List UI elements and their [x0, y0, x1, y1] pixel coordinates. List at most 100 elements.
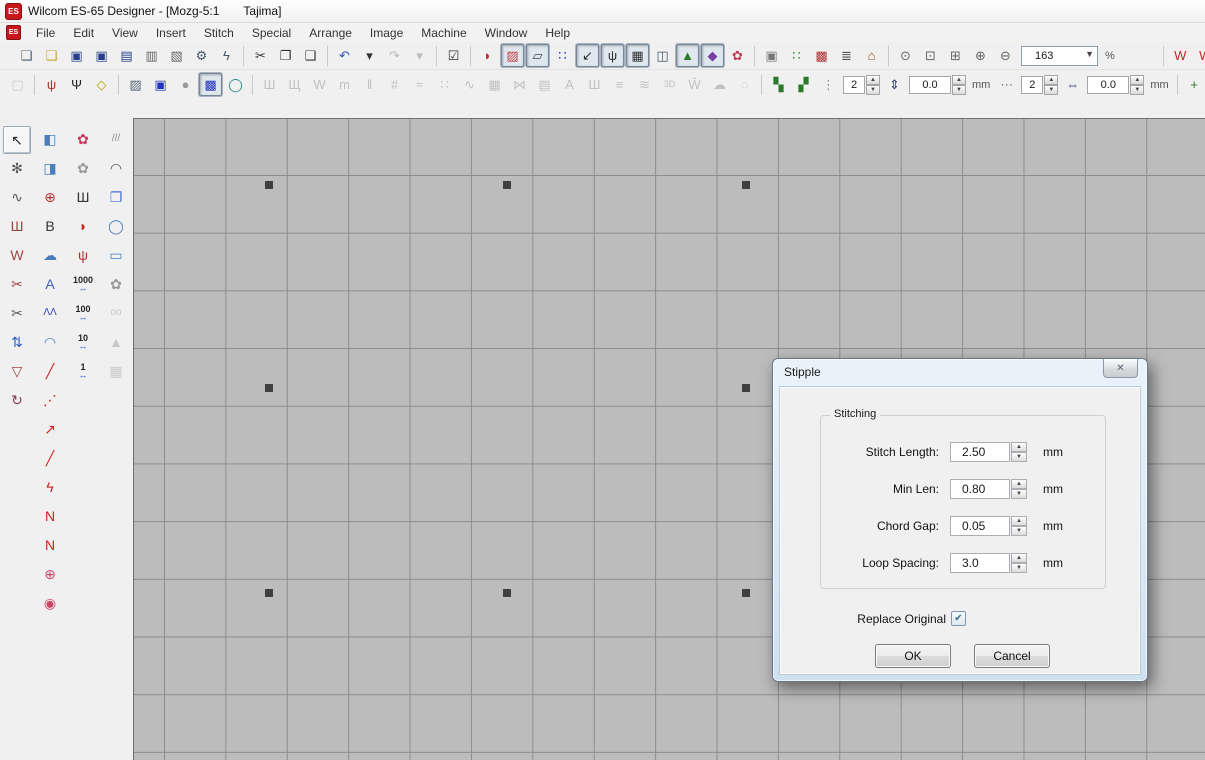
spin-up[interactable]: ▲ [1011, 442, 1027, 452]
filled-path-tool[interactable]: N [37, 532, 63, 558]
needle-points-icon[interactable]: ∷ [551, 44, 574, 67]
spin-up[interactable]: ▲ [1011, 516, 1027, 526]
field-input[interactable]: 0.05 [950, 516, 1010, 536]
menu-image[interactable]: Image [361, 24, 412, 42]
sewing-machine-icon[interactable]: ⚙ [190, 44, 213, 67]
arc-tool[interactable]: ◠ [103, 155, 129, 181]
spin-down[interactable]: ▼ [1011, 526, 1027, 536]
select-tool[interactable]: ↖ [3, 126, 31, 154]
design-properties-icon[interactable]: ⌂ [860, 44, 883, 67]
zoom-in-icon[interactable]: ⊕ [969, 44, 992, 67]
cap-frame-tool[interactable]: ◠ [37, 329, 63, 355]
mirror-flower-tool[interactable]: ✿ [70, 126, 96, 152]
field-input[interactable]: 2.50 [950, 442, 1010, 462]
browse-tool[interactable]: oo [103, 300, 129, 326]
copy-icon[interactable]: ❐ [274, 44, 297, 67]
selection-handle[interactable] [265, 589, 273, 597]
dot-fill-icon[interactable]: ∷ [433, 73, 456, 96]
penetration-tool[interactable]: ⊕ [37, 184, 63, 210]
fan-stitch-tool[interactable]: ▽ [4, 358, 30, 384]
fill-hatch-icon[interactable]: ▨ [501, 44, 524, 67]
new-document-icon[interactable]: ❏ [15, 44, 38, 67]
wreath-circle-tool[interactable]: ⊕ [37, 561, 63, 587]
feather-edge-icon[interactable]: A [558, 73, 581, 96]
mirror-merge-v-icon[interactable]: ▞ [792, 73, 815, 96]
lasso-select-tool[interactable]: ✻ [4, 155, 30, 181]
row-spacing-field-value[interactable]: 0.0 [909, 76, 951, 94]
cut-travel-tool[interactable]: ✂ [4, 300, 30, 326]
raised-satin-icon[interactable]: Ш [583, 73, 606, 96]
zoom-out-icon[interactable]: ⊖ [994, 44, 1017, 67]
background-image-tool[interactable]: ▲ [103, 329, 129, 355]
chain-run-tool[interactable]: ⋰ [37, 387, 63, 413]
pin-icon[interactable]: Ψ [65, 73, 88, 96]
hoop-icon[interactable]: ▢ [6, 73, 29, 96]
outline-view-icon[interactable]: ▱ [526, 44, 549, 67]
fusion-fill-icon[interactable]: ▣ [149, 73, 172, 96]
vertex-select-tool[interactable]: ∿ [4, 184, 30, 210]
selection-handle[interactable] [503, 181, 511, 189]
lattice-fill-icon[interactable]: ⋈ [508, 73, 531, 96]
col-spacing-icon[interactable]: ⇔ [1061, 73, 1084, 96]
ellipse-tool[interactable]: ◯ [103, 213, 129, 239]
selection-handle[interactable] [742, 589, 750, 597]
stipple-fill-icon[interactable]: ▩ [199, 73, 222, 96]
field-input[interactable]: 3.0 [950, 553, 1010, 573]
arrow-run-tool[interactable]: ↗ [37, 416, 63, 442]
combo-dropdown-icon[interactable]: ▼ [1085, 49, 1094, 59]
wreath-points-icon[interactable]: + [1183, 73, 1205, 96]
three-d-warp-icon[interactable]: 3D [658, 73, 681, 96]
zoom-box-icon[interactable]: ⊡ [919, 44, 942, 67]
redo-dropdown-icon[interactable]: ▾ [408, 44, 431, 67]
applique-stitch-icon[interactable]: ☁ [708, 73, 731, 96]
run-stitch-icon[interactable]: ‖ [358, 73, 381, 96]
flexi-split-icon[interactable]: ≈ [408, 73, 431, 96]
send-to-stitch-manager-icon[interactable]: W [1169, 44, 1192, 67]
print-preview-icon[interactable]: ▧ [165, 44, 188, 67]
array-dots-icon[interactable]: ⋮ [817, 73, 840, 96]
menu-edit[interactable]: Edit [64, 24, 103, 42]
selection-handle[interactable] [503, 589, 511, 597]
zoom-factor-icon[interactable]: ⊞ [944, 44, 967, 67]
penetrations-icon[interactable]: ψ [601, 44, 624, 67]
mirror-rows-spin-up[interactable]: ▲ [866, 75, 880, 85]
outline-hole-icon[interactable]: ◌ [733, 73, 756, 96]
pointer-mode-icon[interactable]: ↙ [576, 44, 599, 67]
satin-stitch-icon[interactable]: Ш [258, 73, 281, 96]
undo-icon[interactable]: ↶ [333, 44, 356, 67]
show-vectors-icon[interactable]: ◆ [701, 44, 724, 67]
paste-icon[interactable]: ❑ [299, 44, 322, 67]
spin-up[interactable]: ▲ [1011, 553, 1027, 563]
travel-100-tool[interactable]: 100↔ [70, 300, 96, 326]
parallel-lines-tool[interactable]: /// [103, 126, 129, 152]
texture-tool[interactable]: ▦ [103, 358, 129, 384]
print-icon[interactable]: ▥ [140, 44, 163, 67]
cross-fill-icon[interactable]: ▦ [483, 73, 506, 96]
weave-fill-icon[interactable]: ≋ [633, 73, 656, 96]
save-to-machine-icon[interactable]: ▣ [90, 44, 113, 67]
mirror-merge-h-icon[interactable]: ▚ [767, 73, 790, 96]
spin-down[interactable]: ▼ [1011, 452, 1027, 462]
column-fill-icon[interactable]: ≡ [608, 73, 631, 96]
branch-flower-tool[interactable]: ✿ [70, 155, 96, 181]
thread-colors-icon[interactable]: ∷ [785, 44, 808, 67]
slant-stitch-tool[interactable]: W [4, 242, 30, 268]
travel-1-tool[interactable]: 1↔ [70, 358, 96, 384]
travel-10-tool[interactable]: 10↔ [70, 329, 96, 355]
menu-special[interactable]: Special [243, 24, 300, 42]
mirror-rows-spin-down[interactable]: ▼ [866, 85, 880, 95]
grid-toggle-icon[interactable]: ▦ [626, 44, 649, 67]
needle-spacing-tool[interactable]: ψ [70, 242, 96, 268]
menu-insert[interactable]: Insert [147, 24, 195, 42]
menu-file[interactable]: File [27, 24, 64, 42]
spin-up[interactable]: ▲ [1011, 479, 1027, 489]
menu-arrange[interactable]: Arrange [300, 24, 361, 42]
satin-sample-icon[interactable]: ◗ [476, 44, 499, 67]
color-object-list-icon[interactable]: ▩ [810, 44, 833, 67]
overview-window-icon[interactable]: ▣ [760, 44, 783, 67]
outline-design-icon[interactable]: ◯ [224, 73, 247, 96]
mirror-cols-spin-up[interactable]: ▲ [1044, 75, 1058, 85]
select-options-icon[interactable]: ☑ [442, 44, 465, 67]
run-line-tool[interactable]: ╱ [37, 358, 63, 384]
travel-updown-tool[interactable]: ⇅ [4, 329, 30, 355]
